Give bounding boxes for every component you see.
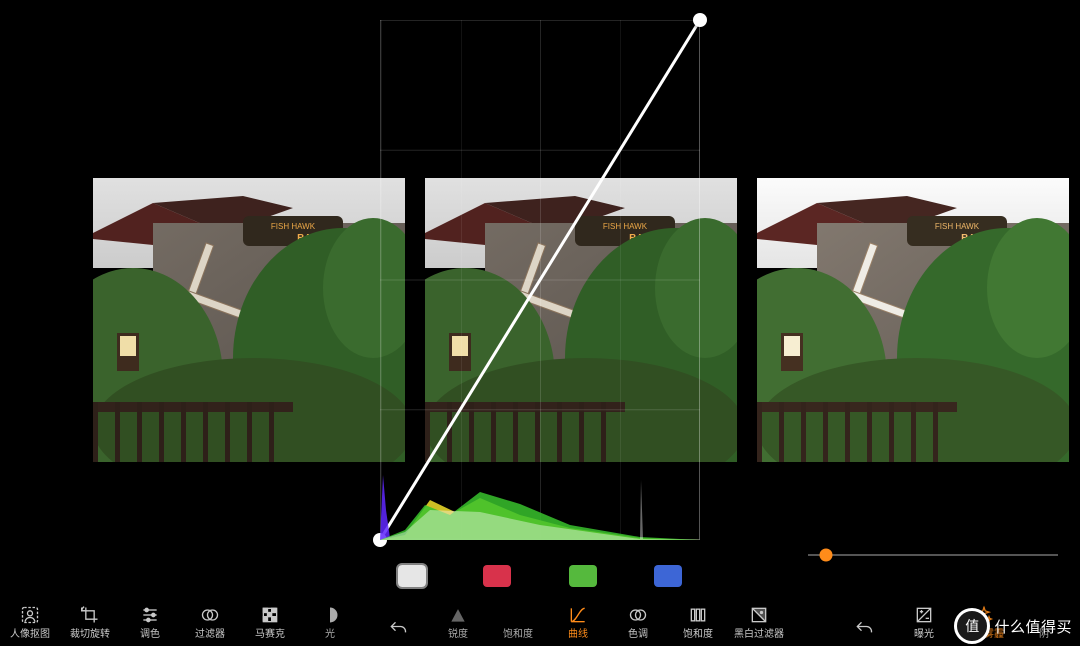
rings-icon [199,604,221,626]
tool-undo-right[interactable] [834,604,894,642]
half-circle-icon [319,604,341,626]
tool-label: 裁切旋转 [70,628,110,642]
triangle-icon [447,604,469,626]
mosaic-icon [259,604,281,626]
tool-tune[interactable]: 调色 [120,604,180,642]
tool-label: 黑白过滤器 [734,628,784,642]
tool-label: 阴 [1039,628,1049,642]
slider-thumb[interactable] [819,549,832,562]
crop-rotate-icon [79,604,101,626]
bottom-toolbar: 人像抠图 裁切旋转 调色 过滤器 马赛克 光 锐度 饱和度 曲线 色调 饱和度 黑白过滤器 曝光 去除… [0,600,1080,642]
curves-channel-picker [380,562,700,590]
tool-portrait-cutout[interactable]: 人像抠图 [0,604,60,642]
svg-text:FISH HAWK: FISH HAWK [935,222,980,231]
dehaze-slider[interactable] [808,543,1058,567]
tool-label: 过滤器 [195,628,225,642]
tool-label: 饱和度 [683,628,713,642]
tool-label: 光 [325,628,335,642]
tool-dehaze[interactable]: 去除雾霾 [954,604,1014,642]
sparkle-icon [973,604,995,626]
slider-track [808,554,1058,556]
blank-icon [1033,604,1055,626]
curves-editor[interactable] [380,20,700,540]
tool-label: 锐度 [448,628,468,642]
tool-curves[interactable]: 曲线 [548,604,608,642]
blank-icon [507,604,529,626]
person-crop-icon [19,604,41,626]
tool-label: 曝光 [914,628,934,642]
preview-edited[interactable]: FISH HAWK BAR [757,178,1069,462]
tool-label: 饱和度 [503,628,533,642]
tool-label: 曲线 [568,628,588,642]
tool-label: 调色 [140,628,160,642]
tool-filter[interactable]: 过滤器 [180,604,240,642]
tool-light[interactable]: 光 [300,604,360,642]
channel-swatch-blue[interactable] [654,565,682,587]
tool-label: 马赛克 [255,628,285,642]
tool-saturation-a[interactable]: 饱和度 [488,604,548,642]
curves-knob-shadow[interactable] [373,533,387,547]
curves-knob-highlight[interactable] [693,13,707,27]
tool-exposure[interactable]: 曝光 [894,604,954,642]
tool-shadows[interactable]: 阴 [1014,604,1074,642]
preview-original[interactable]: FISH HAWK BAR [93,178,405,462]
tool-label: 去除雾霾 [964,628,1004,642]
contrast-square-icon [748,604,770,626]
channel-swatch-white[interactable] [398,565,426,587]
curve-icon [567,604,589,626]
tool-label: 人像抠图 [10,628,50,642]
tool-label: 色调 [628,628,648,642]
tool-saturation[interactable]: 饱和度 [668,604,728,642]
channel-swatch-green[interactable] [569,565,597,587]
curves-grid[interactable] [380,20,700,540]
tool-crop-rotate[interactable]: 裁切旋转 [60,604,120,642]
rings-icon [627,604,649,626]
channel-swatch-red[interactable] [483,565,511,587]
tool-bw-filter[interactable]: 黑白过滤器 [728,604,790,642]
columns-icon [687,604,709,626]
undo-icon [853,618,875,640]
exposure-icon [913,604,935,626]
tool-undo[interactable] [368,604,428,642]
tool-mosaic[interactable]: 马赛克 [240,604,300,642]
tool-sharpness[interactable]: 锐度 [428,604,488,642]
undo-icon [387,618,409,640]
sliders-icon [139,604,161,626]
svg-text:FISH HAWK: FISH HAWK [271,222,316,231]
tool-hue[interactable]: 色调 [608,604,668,642]
